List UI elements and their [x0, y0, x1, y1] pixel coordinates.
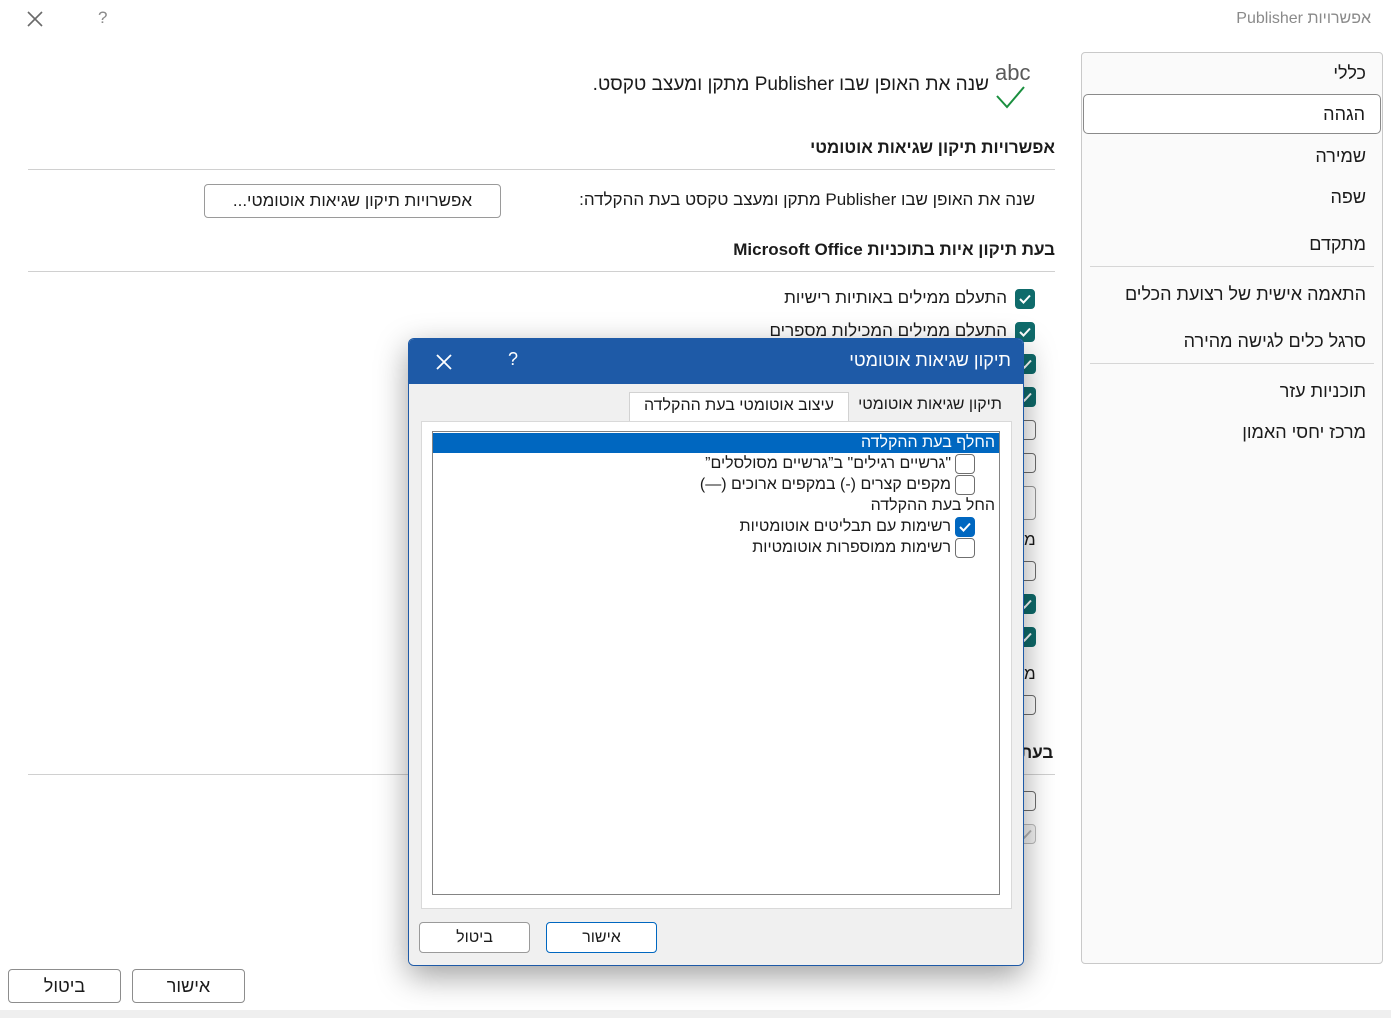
sidebar-item-customize-ribbon[interactable]: התאמה אישית של רצועת הכלים	[1125, 284, 1366, 305]
proofing-intro-text: שנה את האופן שבו Publisher מתקן ומעצב טק…	[592, 74, 989, 95]
options-sidebar: כללי הגהה שמירה שפה מתקדם התאמה אישית של…	[1081, 52, 1383, 964]
partial-section-heading: בעת	[1020, 743, 1054, 762]
autocorrect-options-button[interactable]: אפשרויות תיקון שגיאות אוטומטי...	[204, 184, 501, 218]
dialog-title: תיקון שגיאות אוטומטי	[849, 350, 1011, 370]
dialog-close-icon[interactable]	[433, 351, 455, 373]
help-icon[interactable]: ?	[98, 8, 107, 28]
dialog-title-bar: תיקון שגיאות אוטומטי ?	[409, 339, 1023, 384]
list-item-auto-bullets[interactable]: רשימות עם תבליטים אוטומטיות	[575, 517, 975, 539]
list-group-heading-apply[interactable]: החל בעת ההקלדה	[871, 497, 995, 515]
section-divider	[28, 271, 1055, 272]
list-group-heading-replace[interactable]: החלף בעת ההקלדה	[433, 433, 999, 453]
close-icon[interactable]	[24, 8, 48, 32]
list-item-label: מקפים קצרים (-) במקפים ארוכים (—)	[699, 476, 951, 493]
autocorrect-section-heading: אפשרויות תיקון שגיאות אוטומטי	[810, 138, 1055, 157]
sidebar-item-quick-access-toolbar[interactable]: סרגל כלים לגישה מהירה	[1184, 331, 1366, 352]
partial-label: מ	[1024, 664, 1036, 683]
dialog-ok-button[interactable]: אישור	[546, 922, 657, 953]
sidebar-item-language[interactable]: שפה	[1330, 187, 1366, 208]
option-label: התעלם ממילים באותיות רישיות	[784, 288, 1007, 307]
list-item-em-dashes[interactable]: מקפים קצרים (-) במקפים ארוכים (—)	[575, 475, 975, 497]
list-item-label: "גרשיים רגילים" ב”גרשיים מסולסלים”	[705, 455, 951, 472]
window-title: אפשרויות Publisher	[1236, 10, 1371, 27]
dialog-help-icon[interactable]: ?	[508, 349, 518, 370]
background-window-edge	[0, 1010, 1391, 1018]
sidebar-item-advanced[interactable]: מתקדם	[1309, 234, 1366, 255]
list-item-label: רשימות עם תבליטים אוטומטיות	[739, 518, 951, 535]
tab-autoformat-as-you-type[interactable]: עיצוב אוטומטי בעת ההקלדה	[629, 392, 849, 422]
sidebar-item-general[interactable]: כללי	[1333, 63, 1366, 84]
sidebar-item-add-ins[interactable]: תוכניות עזר	[1280, 381, 1366, 402]
checkbox[interactable]	[955, 475, 975, 495]
checkbox[interactable]	[955, 538, 975, 558]
autocorrect-description: שנה את האופן שבו Publisher מתקן ומעצב טק…	[579, 190, 1035, 209]
proofing-abc-icon: abc	[995, 60, 1035, 110]
autocorrect-dialog: תיקון שגיאות אוטומטי ? תיקון שגיאות אוטו…	[408, 338, 1024, 966]
partial-label: מ	[1024, 530, 1036, 549]
sidebar-item-trust-center[interactable]: מרכז יחסי האמון	[1242, 422, 1366, 443]
cancel-button[interactable]: ביטול	[8, 969, 121, 1003]
list-item-auto-numbering[interactable]: רשימות ממוספרות אוטומטיות	[575, 538, 975, 560]
sidebar-item-proofing[interactable]: הגהה	[1083, 94, 1381, 134]
list-item-smart-quotes[interactable]: "גרשיים רגילים" ב”גרשיים מסולסלים”	[575, 454, 975, 476]
spelling-section-heading: בעת תיקון איות בתוכניות Microsoft Office	[733, 240, 1055, 259]
checkbox[interactable]	[1015, 289, 1035, 309]
sidebar-divider	[1090, 363, 1374, 364]
tab-autocorrect[interactable]: תיקון שגיאות אוטומטי	[849, 392, 1011, 420]
dialog-cancel-button[interactable]: ביטול	[419, 922, 530, 953]
list-item-label: רשימות ממוספרות אוטומטיות	[752, 539, 951, 556]
autoformat-options-list[interactable]: החלף בעת ההקלדה "גרשיים רגילים" ב”גרשיים…	[432, 431, 1000, 895]
checkbox[interactable]	[955, 517, 975, 537]
ok-button[interactable]: אישור	[132, 969, 245, 1003]
checkbox[interactable]	[955, 454, 975, 474]
section-divider	[28, 169, 1055, 170]
sidebar-item-save[interactable]: שמירה	[1315, 146, 1366, 167]
sidebar-divider	[1090, 266, 1374, 267]
